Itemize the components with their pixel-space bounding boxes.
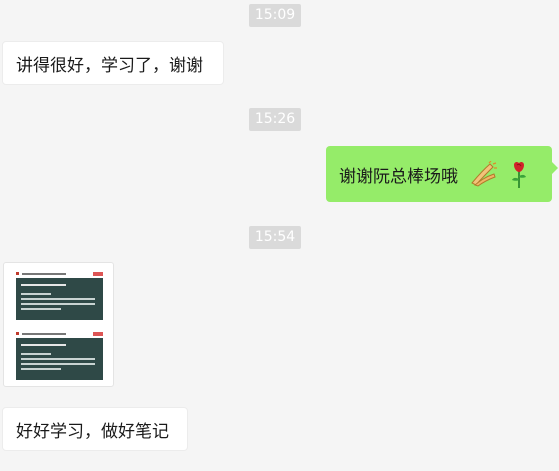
rose-icon — [512, 161, 526, 188]
clapping-hands-icon — [471, 161, 497, 187]
timestamp: 15:26 — [249, 108, 301, 131]
message-bubble-outgoing[interactable]: 谢谢阮总棒场哦 — [326, 146, 558, 202]
message-text: 谢谢阮总棒场哦 — [339, 166, 458, 187]
image-message[interactable] — [3, 262, 114, 387]
message-bubble-incoming[interactable]: 好好学习，做好笔记 — [2, 407, 188, 451]
message-text: 好好学习，做好笔记 — [16, 421, 169, 442]
timestamp: 15:54 — [249, 226, 301, 249]
slide-thumbnail — [12, 328, 107, 383]
slide-thumbnail — [12, 268, 107, 323]
timestamp: 15:09 — [249, 4, 301, 27]
message-text: 讲得很好，学习了，谢谢 — [16, 55, 203, 76]
message-bubble-incoming[interactable]: 讲得很好，学习了，谢谢 — [2, 41, 224, 85]
